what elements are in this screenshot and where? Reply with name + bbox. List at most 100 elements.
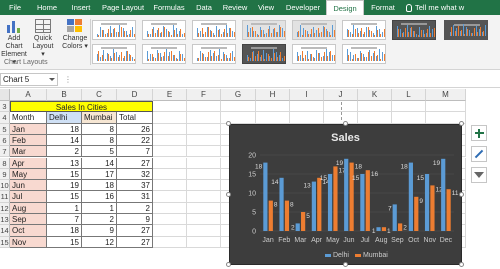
value-cell[interactable]: 1 [47, 202, 82, 214]
header-cell-month[interactable]: Month [10, 112, 47, 124]
column-header-c[interactable]: C [82, 89, 117, 101]
value-cell[interactable]: 7 [47, 214, 82, 226]
row-header-11[interactable]: 11 [0, 191, 10, 203]
value-cell[interactable]: 15 [47, 236, 82, 248]
header-cell-total[interactable]: Total [117, 112, 153, 124]
month-cell[interactable]: Feb [10, 134, 47, 147]
resize-handle-bottom-right[interactable] [459, 262, 464, 267]
value-cell[interactable]: 19 [47, 180, 82, 192]
tab-design[interactable]: Design [326, 0, 364, 15]
chart-style-thumb[interactable] [292, 20, 336, 40]
cell[interactable] [153, 123, 187, 135]
row-header-13[interactable]: 13 [0, 214, 10, 226]
cell[interactable] [153, 146, 187, 158]
month-cell[interactable]: Jul [10, 191, 47, 203]
resize-handle-right[interactable] [459, 192, 464, 197]
value-cell[interactable]: 31 [117, 191, 153, 203]
cell[interactable] [290, 101, 324, 113]
resize-handle-left[interactable] [226, 192, 231, 197]
chart-style-thumb[interactable] [192, 44, 236, 64]
name-box[interactable]: Chart 5 [0, 73, 58, 86]
value-cell[interactable]: 27 [117, 225, 153, 237]
row-header-15[interactable]: 15 [0, 236, 10, 248]
legend-item-mumbai[interactable]: Mumbai [354, 252, 388, 259]
chart-style-thumb[interactable] [242, 20, 286, 40]
resize-handle-top-left[interactable] [226, 121, 231, 126]
cell[interactable] [153, 191, 187, 203]
month-cell[interactable]: Sep [10, 214, 47, 226]
cell[interactable] [153, 202, 187, 214]
value-cell[interactable]: 13 [47, 157, 82, 169]
tab-insert[interactable]: Insert [64, 0, 98, 15]
cell[interactable] [153, 134, 187, 147]
cell[interactable] [392, 112, 426, 124]
row-header-4[interactable]: 4 [0, 112, 10, 124]
chart-style-thumb[interactable] [242, 44, 286, 64]
cell[interactable] [221, 101, 256, 113]
value-cell[interactable]: 22 [117, 134, 153, 147]
tab-home[interactable]: Home [30, 0, 64, 15]
resize-handle-bottom[interactable] [343, 262, 348, 267]
tab-view[interactable]: View [252, 0, 280, 15]
value-cell[interactable]: 18 [47, 225, 82, 237]
chart-style-thumb[interactable] [444, 20, 488, 40]
chart-style-thumb[interactable] [92, 20, 136, 40]
cell[interactable] [187, 191, 221, 203]
value-cell[interactable]: 8 [82, 123, 117, 135]
month-cell[interactable]: Jan [10, 123, 47, 135]
cell[interactable] [153, 112, 187, 124]
month-cell[interactable]: May [10, 168, 47, 181]
cell[interactable] [187, 202, 221, 214]
row-header-9[interactable]: 9 [0, 168, 10, 181]
column-header-i[interactable]: I [290, 89, 324, 101]
table-title-cell[interactable]: Sales In Cities [10, 101, 153, 113]
cell[interactable] [392, 101, 426, 113]
value-cell[interactable]: 14 [82, 157, 117, 169]
value-cell[interactable]: 18 [82, 180, 117, 192]
chart-style-thumb[interactable] [342, 20, 386, 40]
sales-chart[interactable]: Sales 0 5 10 15 20 18 8 Jan 14 8 Feb 2 5 Mar 13 14 Apr 15… [229, 124, 462, 265]
cell[interactable] [358, 112, 392, 124]
cell[interactable] [153, 101, 187, 113]
value-cell[interactable]: 32 [117, 168, 153, 181]
value-cell[interactable]: 12 [82, 236, 117, 248]
value-cell[interactable]: 15 [47, 191, 82, 203]
chart-style-thumb[interactable] [142, 20, 186, 40]
resize-handle-top[interactable] [343, 121, 348, 126]
chart-styles-button[interactable] [471, 146, 487, 162]
month-cell[interactable]: Apr [10, 157, 47, 169]
row-header-14[interactable]: 14 [0, 225, 10, 237]
tab-review[interactable]: Review [218, 0, 252, 15]
column-header-l[interactable]: L [392, 89, 426, 101]
chart-style-thumb[interactable] [142, 44, 186, 64]
cell[interactable] [426, 101, 466, 113]
cell[interactable] [187, 180, 221, 192]
cell[interactable] [153, 225, 187, 237]
cell[interactable] [153, 168, 187, 181]
select-all-corner[interactable] [0, 89, 10, 101]
resize-handle-top-right[interactable] [459, 121, 464, 126]
cell[interactable] [187, 134, 221, 147]
value-cell[interactable]: 37 [117, 180, 153, 192]
tab-developer[interactable]: Developer [280, 0, 326, 15]
chart-style-thumb[interactable] [342, 44, 386, 64]
row-header-12[interactable]: 12 [0, 202, 10, 214]
tab-page-layout[interactable]: Page Layout [98, 0, 148, 15]
value-cell[interactable]: 2 [117, 202, 153, 214]
row-header-10[interactable]: 10 [0, 180, 10, 192]
chart-style-thumb[interactable] [392, 20, 436, 40]
chart-filters-button[interactable] [471, 167, 487, 183]
value-cell[interactable]: 7 [117, 146, 153, 158]
cell[interactable] [256, 112, 290, 124]
tell-me-search[interactable]: Tell me what w [402, 0, 464, 15]
row-header-3[interactable]: 3 [0, 101, 10, 113]
month-cell[interactable]: Aug [10, 202, 47, 214]
cell[interactable] [187, 101, 221, 113]
column-header-b[interactable]: B [47, 89, 82, 101]
row-header-5[interactable]: 5 [0, 123, 10, 135]
chart-style-thumb[interactable] [192, 20, 236, 40]
value-cell[interactable]: 8 [82, 134, 117, 147]
column-header-k[interactable]: K [358, 89, 392, 101]
cell[interactable] [153, 236, 187, 248]
row-header-8[interactable]: 8 [0, 157, 10, 169]
